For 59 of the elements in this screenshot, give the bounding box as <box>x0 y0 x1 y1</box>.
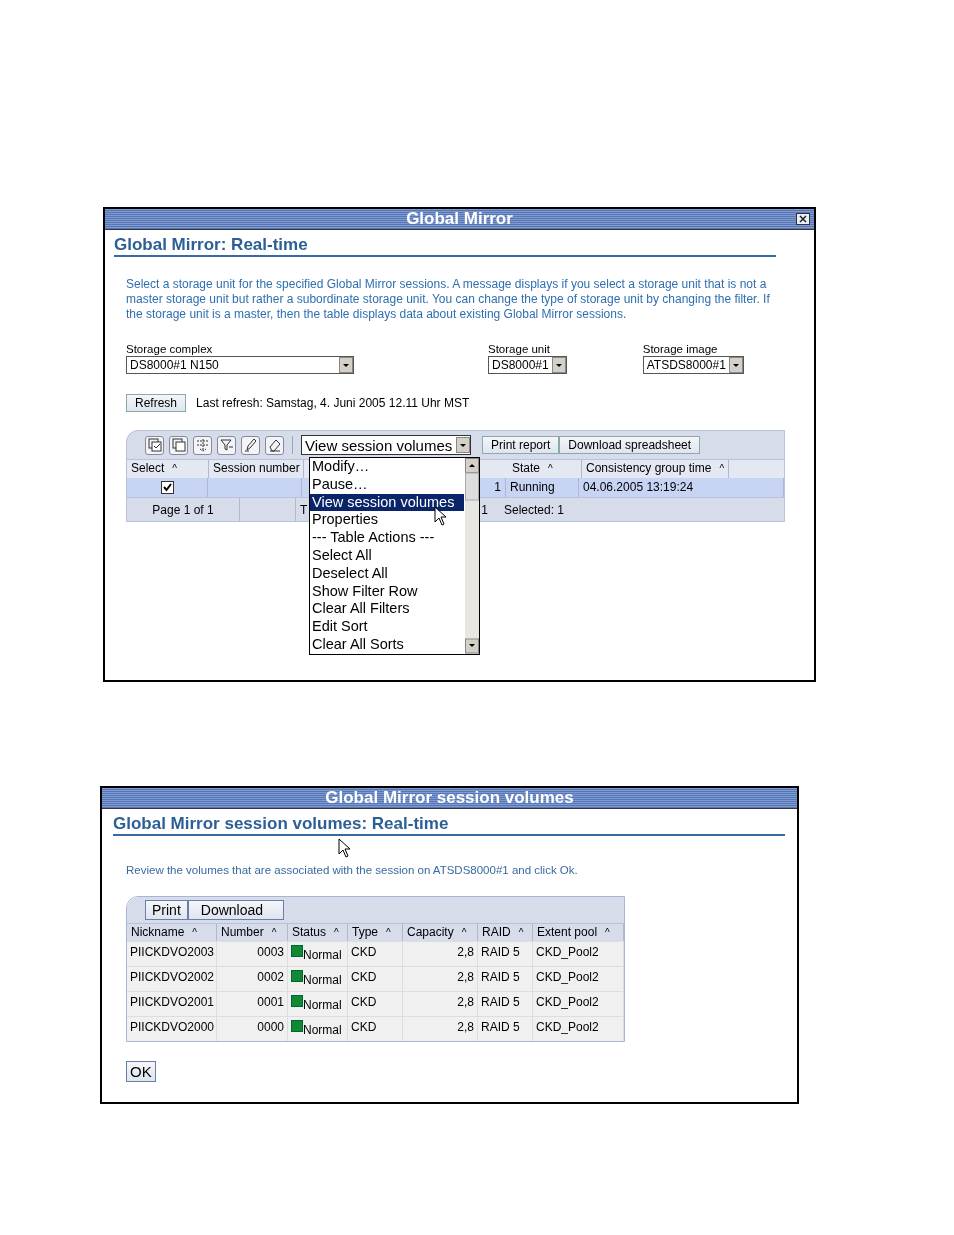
status-icon <box>291 995 303 1007</box>
toolbar-text-button[interactable]: Print report <box>482 436 560 454</box>
status-icon <box>291 945 303 957</box>
menu-item[interactable]: Select All <box>310 547 465 565</box>
menu-item[interactable]: Modify… <box>310 458 465 476</box>
close-icon[interactable] <box>796 213 810 225</box>
toolbar-text-button[interactable]: Print <box>145 900 188 920</box>
status-icon <box>291 970 303 982</box>
cursor-icon <box>434 506 447 526</box>
toolbar-button[interactable] <box>265 435 284 455</box>
cursor-icon <box>338 838 351 858</box>
dropdown-field[interactable]: DS8000#1 N150 <box>126 356 354 374</box>
table-cell: Normal <box>288 1017 348 1041</box>
toolbar-button[interactable] <box>145 435 164 455</box>
menu-item[interactable]: --- Table Actions --- <box>310 529 465 547</box>
table-cell: CKD <box>348 1017 403 1041</box>
toolbar-text-button[interactable]: Download spreadsheet <box>559 436 701 454</box>
page-heading: Global Mirror session volumes: Real-time <box>113 814 785 836</box>
checkbox[interactable] <box>160 481 174 494</box>
menu-item[interactable]: Deselect All <box>310 564 465 583</box>
description: Review the volumes that are associated with the session on ATSDS8000#1 and click Ok. <box>126 864 578 876</box>
window-title: Global Mirror session volumes <box>325 788 574 808</box>
description: Select a storage unit for the specified Global Mirror sessions. A message displays if you select a storage unit that is not a master storage unit but rather a subordinate storage unit. You can change the type of storage unit by changing the filter. If the storage unit is a master, then the table displays data about existing Global Mirror sessions. <box>126 277 771 322</box>
field-label: Storage complex <box>126 342 214 356</box>
table-cell: PIICKDVO2000 <box>127 1017 217 1041</box>
toolbar-text-button[interactable]: Download <box>187 900 285 920</box>
funnel-icon <box>219 438 234 452</box>
pencil-icon <box>243 438 258 452</box>
menu-item[interactable]: Clear All Sorts <box>310 635 465 654</box>
page-heading: Global Mirror: Real-time <box>114 235 776 257</box>
table-cell: RAID 5 <box>478 1017 533 1041</box>
ok-button[interactable]: OK <box>126 1061 156 1082</box>
menu-item[interactable]: View session volumes <box>310 493 464 512</box>
menu-item[interactable]: Pause… <box>310 475 465 494</box>
total-count: 1 <box>480 501 489 519</box>
toolbar-button[interactable] <box>217 435 236 455</box>
dropdown-field[interactable]: ATSDS8000#1 <box>642 356 744 374</box>
selected-count: Selected: 1 <box>503 501 566 519</box>
status-icon <box>291 1020 303 1032</box>
page-indicator: Page 1 of 1 <box>127 498 240 521</box>
dropdown-field[interactable]: DS8000#1 <box>488 356 567 374</box>
action-dropdown[interactable]: View session volumes <box>301 435 471 455</box>
last-refresh-text: Last refresh: Samstag, 4. Juni 2005 12.11 Uhr MST <box>196 396 470 410</box>
menu-item[interactable]: Clear All Filters <box>310 600 465 619</box>
checklist-icon <box>147 438 162 452</box>
window-title: Global Mirror <box>406 209 513 229</box>
table-cell: CKD_Pool2 <box>533 1017 624 1041</box>
field-label: Storage image <box>642 342 719 356</box>
menu-item[interactable]: Show Filter Row <box>310 582 465 601</box>
toolbar-button[interactable] <box>169 435 188 455</box>
scrollbar[interactable] <box>465 458 479 654</box>
refresh-button[interactable]: Refresh <box>126 394 187 412</box>
field-label: Storage unit <box>488 342 551 356</box>
pages-icon <box>171 438 186 452</box>
toolbar-button[interactable] <box>241 435 260 455</box>
menu-item[interactable]: Edit Sort <box>310 618 465 636</box>
table-cell: 2,8 <box>403 1017 478 1041</box>
table-cell: 0000 <box>217 1017 288 1041</box>
eraser-icon <box>267 438 282 452</box>
